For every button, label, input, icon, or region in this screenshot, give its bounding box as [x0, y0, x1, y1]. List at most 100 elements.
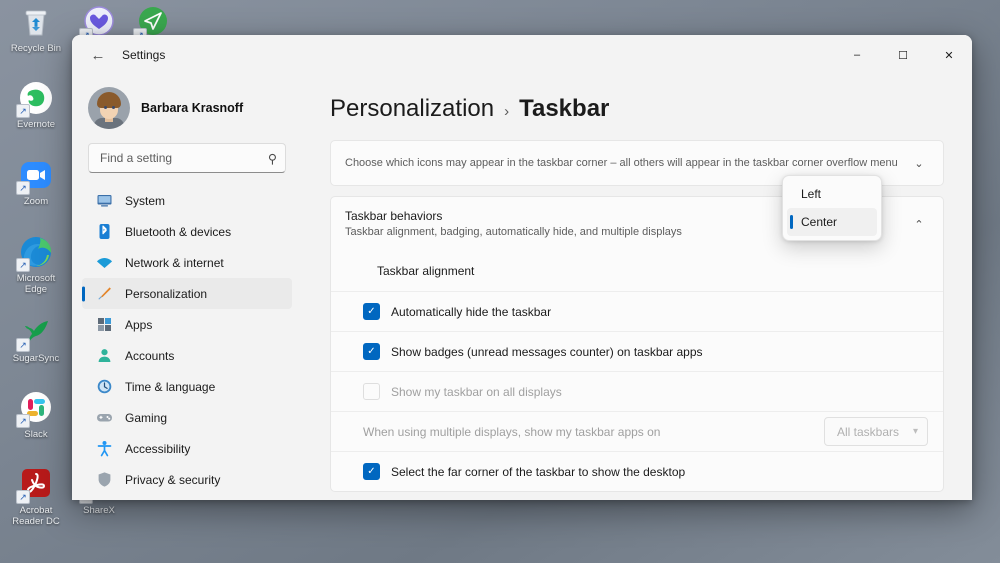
combo-value: All taskbars: [837, 424, 900, 439]
sidebar-item-gaming[interactable]: Gaming: [82, 402, 292, 433]
shield-icon: [96, 471, 113, 488]
search-container: ⚲: [82, 143, 292, 183]
breadcrumb: Personalization › Taskbar: [330, 95, 944, 123]
monitor-icon: [96, 192, 113, 209]
shortcut-arrow-icon: ↗: [16, 338, 30, 352]
sidebar-item-label: Gaming: [125, 410, 168, 425]
sidebar-nav: System Bluetooth & devices Network & int…: [82, 183, 292, 495]
desktop-icon-evernote[interactable]: ↗ Evernote: [5, 78, 67, 131]
user-profile[interactable]: Barbara Krasnoff: [82, 75, 292, 143]
desktop-icon-label: Recycle Bin: [10, 43, 62, 54]
row-label: Show my taskbar on all displays: [391, 384, 562, 399]
shortcut-arrow-icon: ↗: [16, 181, 30, 195]
sidebar-item-label: Network & internet: [125, 255, 224, 270]
sidebar-item-personalization[interactable]: Personalization: [82, 278, 292, 309]
sidebar-item-label: Bluetooth & devices: [125, 224, 232, 239]
bluetooth-icon: [96, 223, 113, 240]
close-button[interactable]: ✕: [926, 35, 972, 75]
desktop-icon-acrobat-reader[interactable]: ↗ Acrobat Reader DC: [5, 464, 67, 527]
sidebar-item-privacy-security[interactable]: Privacy & security: [82, 464, 292, 495]
checkbox-far-corner-show-desktop[interactable]: ✓: [363, 463, 380, 480]
gamepad-icon: [96, 409, 113, 426]
main-content: Personalization › Taskbar Choose which i…: [302, 75, 972, 500]
slack-icon: ↗: [16, 388, 56, 428]
avatar: [88, 87, 130, 129]
settings-window: ← Settings – ☐ ✕ Barbara Krasnoff Find a…: [72, 35, 972, 500]
checkbox-show-taskbar-all-displays: [363, 383, 380, 400]
breadcrumb-parent[interactable]: Personalization: [330, 95, 494, 123]
shortcut-arrow-icon: ↗: [16, 414, 30, 428]
desktop-icon-label: Slack: [24, 429, 48, 440]
dropdown-option-left[interactable]: Left: [787, 180, 877, 208]
desktop-icon-microsoft-edge[interactable]: ↗ Microsoft Edge: [5, 232, 67, 295]
desktop-icon-label: Acrobat Reader DC: [12, 505, 60, 527]
sidebar-item-system[interactable]: System: [82, 185, 292, 216]
desktop-icon-zoom[interactable]: ↗ Zoom: [5, 155, 67, 208]
sidebar-item-label: Personalization: [125, 286, 208, 301]
wifi-icon: [96, 254, 113, 271]
sidebar-item-label: System: [125, 193, 166, 208]
taskbar-behaviors-rows: Taskbar alignment ✓ Automatically hide t…: [330, 251, 944, 492]
desktop-icon-label: Microsoft Edge: [16, 273, 56, 295]
dropdown-option-label: Left: [801, 187, 822, 201]
desktop-icon-label: Zoom: [23, 196, 49, 207]
zoom-icon: ↗: [16, 155, 56, 195]
sidebar-item-apps[interactable]: Apps: [82, 309, 292, 340]
checkbox-auto-hide-taskbar[interactable]: ✓: [363, 303, 380, 320]
desktop-icon-label: ShareX: [83, 505, 115, 516]
paintbrush-icon: [96, 285, 113, 302]
search-input[interactable]: [100, 151, 268, 165]
sidebar-item-label: Accounts: [125, 348, 175, 363]
row-label: Automatically hide the taskbar: [391, 304, 552, 319]
row-label: Select the far corner of the taskbar to …: [391, 464, 686, 479]
desktop-icon-label: SugarSync: [12, 353, 60, 364]
chevron-down-icon[interactable]: ⌄: [910, 157, 928, 170]
sidebar-item-time-language[interactable]: Time & language: [82, 371, 292, 402]
dropdown-option-label: Center: [801, 215, 838, 229]
chevron-up-icon[interactable]: ⌃: [910, 218, 928, 231]
search-box[interactable]: ⚲: [88, 143, 286, 173]
back-button[interactable]: ←: [82, 40, 114, 70]
maximize-button[interactable]: ☐: [880, 35, 926, 75]
desktop-icon-recycle-bin[interactable]: Recycle Bin: [5, 2, 67, 55]
sidebar-item-accounts[interactable]: Accounts: [82, 340, 292, 371]
checkbox-show-badges[interactable]: ✓: [363, 343, 380, 360]
card-description: Choose which icons may appear in the tas…: [345, 157, 898, 169]
desktop-icon-slack[interactable]: ↗ Slack: [5, 388, 67, 441]
window-titlebar: ← Settings – ☐ ✕: [72, 35, 972, 75]
combo-multiple-displays-apps: All taskbars ▾: [824, 417, 928, 446]
sidebar-item-bluetooth-devices[interactable]: Bluetooth & devices: [82, 216, 292, 247]
sidebar-item-label: Apps: [125, 317, 153, 332]
dropdown-option-center[interactable]: Center: [787, 208, 877, 236]
row-label: When using multiple displays, show my ta…: [363, 424, 661, 439]
row-far-corner-show-desktop[interactable]: ✓ Select the far corner of the taskbar t…: [331, 451, 943, 491]
row-multiple-displays-apps: When using multiple displays, show my ta…: [331, 411, 943, 451]
sidebar-item-network-internet[interactable]: Network & internet: [82, 247, 292, 278]
chevron-down-icon: ▾: [912, 426, 918, 437]
evernote-icon: ↗: [16, 78, 56, 118]
sidebar-item-accessibility[interactable]: Accessibility: [82, 433, 292, 464]
shortcut-arrow-icon: ↗: [16, 490, 30, 504]
shortcut-arrow-icon: ↗: [16, 258, 30, 272]
user-name: Barbara Krasnoff: [141, 101, 244, 115]
row-show-badges[interactable]: ✓ Show badges (unread messages counter) …: [331, 331, 943, 371]
taskbar-alignment-dropdown[interactable]: Left Center: [782, 175, 882, 241]
apps-icon: [96, 316, 113, 333]
window-controls: – ☐ ✕: [834, 35, 972, 75]
row-taskbar-alignment[interactable]: Taskbar alignment: [331, 251, 943, 291]
sidebar-item-label: Accessibility: [125, 441, 191, 456]
breadcrumb-separator-icon: ›: [504, 103, 510, 120]
clock-icon: [96, 378, 113, 395]
person-icon: [96, 347, 113, 364]
microsoft-edge-icon: ↗: [16, 232, 56, 272]
row-auto-hide-taskbar[interactable]: ✓ Automatically hide the taskbar: [331, 291, 943, 331]
shortcut-arrow-icon: ↗: [16, 104, 30, 118]
search-icon: ⚲: [267, 151, 277, 166]
desktop-icon-sugarsync[interactable]: ↗ SugarSync: [5, 312, 67, 365]
accessibility-icon: [96, 440, 113, 457]
desktop-icon-label: Evernote: [16, 119, 56, 130]
page-title: Taskbar: [519, 95, 610, 122]
acrobat-reader-icon: ↗: [16, 464, 56, 504]
minimize-button[interactable]: –: [834, 35, 880, 75]
row-show-taskbar-all-displays: Show my taskbar on all displays: [331, 371, 943, 411]
